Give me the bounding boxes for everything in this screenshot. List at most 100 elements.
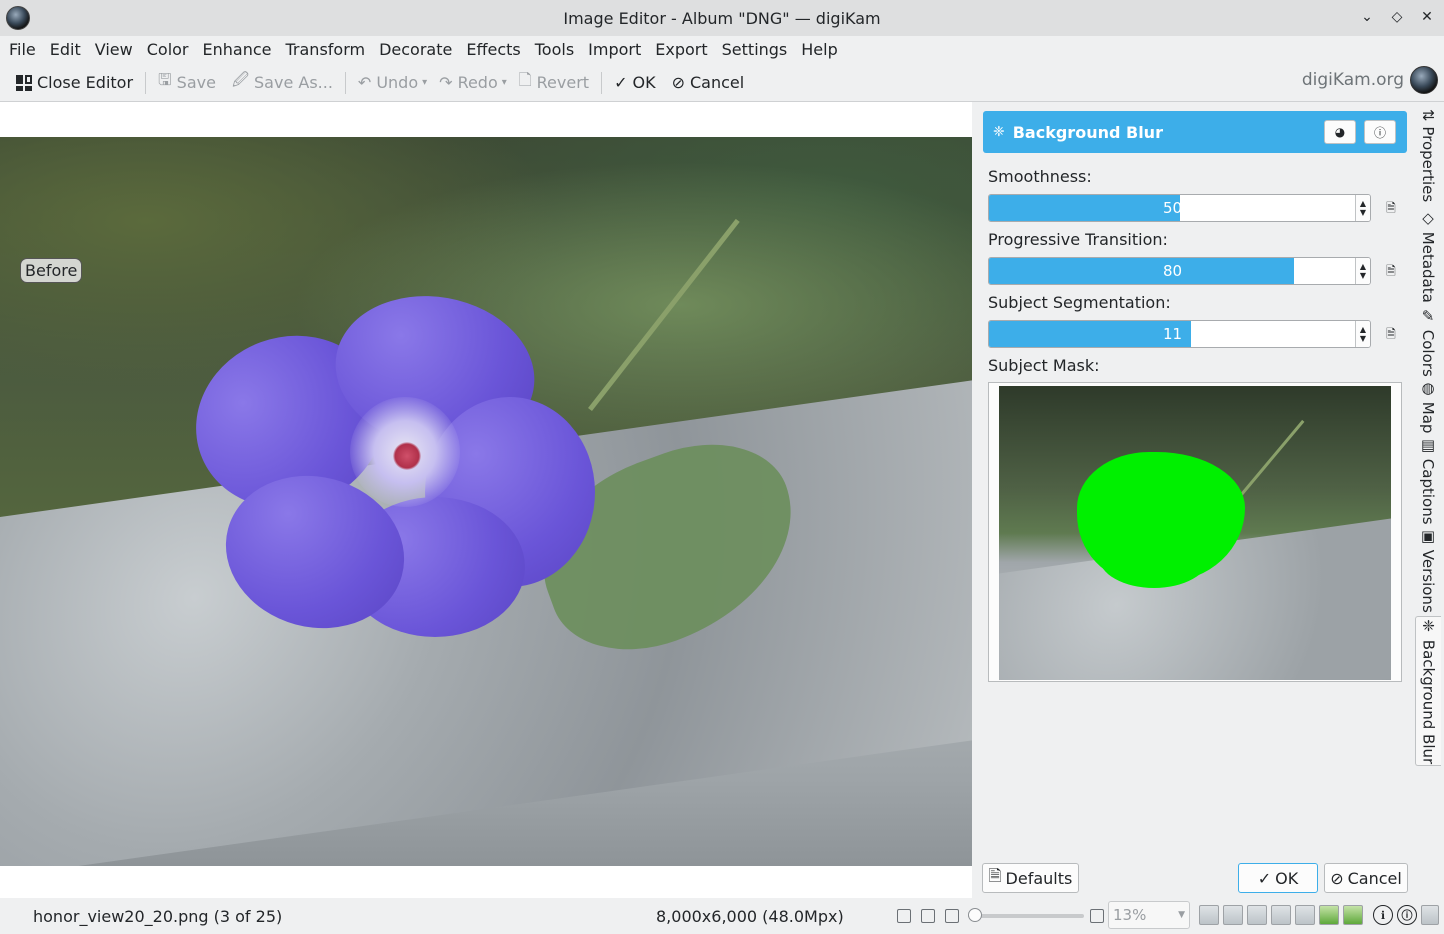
revert-button[interactable]: 🗋 Revert <box>511 68 597 98</box>
menu-effects[interactable]: Effects <box>459 36 527 64</box>
preview-target-button[interactable] <box>1319 905 1339 925</box>
redo-dropdown-icon[interactable]: ▾ <box>502 77 507 88</box>
menu-export[interactable]: Export <box>648 36 714 64</box>
zoom-slider-track[interactable] <box>968 914 1084 918</box>
zoom-out-icon[interactable] <box>945 909 959 923</box>
tab-properties[interactable]: ⇅ Properties <box>1415 106 1441 206</box>
cancel-icon: ⊘ <box>671 73 685 92</box>
tab-map-label: Map <box>1419 401 1437 434</box>
menu-help[interactable]: Help <box>794 36 844 64</box>
cancel-icon: ⊘ <box>1330 868 1344 888</box>
digikam-brand-logo-icon <box>1410 66 1438 94</box>
mask-stem <box>1237 419 1305 499</box>
color-wheel-icon: ◕ <box>1334 125 1346 139</box>
subject-mask-label: Subject Mask: <box>988 356 1100 375</box>
preview-toggle-button[interactable] <box>1343 905 1363 925</box>
save-label: Save <box>176 73 216 92</box>
close-window-button[interactable]: ✕ <box>1416 6 1438 28</box>
menu-file[interactable]: File <box>2 36 43 64</box>
versions-icon: ▣ <box>1419 527 1437 546</box>
cancel-toolbar-button[interactable]: ⊘ Cancel <box>664 68 753 98</box>
smoothness-slider[interactable]: 50 ▲ ▼ <box>988 194 1371 222</box>
menu-tools[interactable]: Tools <box>528 36 581 64</box>
info-button[interactable]: ⓘ <box>1364 120 1396 144</box>
progressive-transition-slider[interactable]: 80 ▲ ▼ <box>988 257 1371 285</box>
toolbar-separator <box>601 71 603 94</box>
undo-dropdown-icon[interactable]: ▾ <box>422 77 427 88</box>
smoothness-value: 50 <box>1162 199 1183 217</box>
zoom-fit-icon[interactable] <box>897 909 911 923</box>
sidebar-tabs: ⇅ Properties ◇ Metadata ✎ Colors ◍ Map ▤… <box>1412 102 1444 898</box>
guide-color-button[interactable]: ◕ <box>1324 120 1356 144</box>
subject-segmentation-slider[interactable]: 11 ▲ ▼ <box>988 320 1371 348</box>
photo-preview[interactable] <box>0 137 972 866</box>
tab-versions[interactable]: ▣ Versions <box>1415 527 1441 613</box>
tab-metadata[interactable]: ◇ Metadata <box>1415 209 1441 303</box>
subject-segmentation-reset-icon[interactable]: 🗎 <box>1382 325 1400 343</box>
maximize-button[interactable]: ◇ <box>1386 6 1408 28</box>
zoom-in-icon[interactable] <box>1090 909 1104 923</box>
preview-dup-horz-button[interactable] <box>1295 905 1315 925</box>
defaults-button[interactable]: 🗎 Defaults <box>982 863 1079 893</box>
ok-toolbar-button[interactable]: ✓ OK <box>606 68 664 98</box>
tab-colors[interactable]: ✎ Colors <box>1415 307 1441 377</box>
checkmark-icon: ✓ <box>1257 868 1272 888</box>
redo-icon: ↷ <box>439 73 453 92</box>
menu-import[interactable]: Import <box>581 36 648 64</box>
menu-transform[interactable]: Transform <box>279 36 373 64</box>
subject-mask-frame <box>988 382 1402 682</box>
overexposure-indicator-icon[interactable]: ⓘ <box>1397 905 1417 925</box>
digikam-logo-icon[interactable] <box>6 6 30 30</box>
menu-enhance[interactable]: Enhance <box>196 36 279 64</box>
tab-captions-label: Captions <box>1419 458 1437 525</box>
save-button[interactable]: 🖫 Save <box>150 68 224 98</box>
defaults-icon: 🗎 <box>988 865 1002 885</box>
tab-background-blur-label: Background Blur <box>1419 640 1438 765</box>
preview-both-vert-button[interactable] <box>1223 905 1243 925</box>
preview-original-button[interactable] <box>1199 905 1219 925</box>
brand-label: digiKam.org <box>1301 70 1404 90</box>
zoom-100-icon[interactable] <box>921 909 935 923</box>
tab-captions[interactable]: ▤ Captions <box>1415 436 1441 525</box>
close-editor-label: Close Editor <box>37 73 134 92</box>
underexposure-indicator-icon[interactable]: ℹ <box>1373 905 1393 925</box>
save-as-label: Save As... <box>254 73 333 92</box>
ok-toolbar-label: OK <box>632 73 656 92</box>
color-managed-view-icon[interactable] <box>1421 905 1439 925</box>
undo-button[interactable]: ↶ Undo <box>350 68 426 98</box>
tab-background-blur[interactable]: ❈ Background Blur <box>1415 616 1441 766</box>
tab-map[interactable]: ◍ Map <box>1415 379 1441 434</box>
image-canvas[interactable]: Before <box>0 102 972 898</box>
minimize-button[interactable]: ⌄ <box>1356 6 1378 28</box>
smoothness-reset-icon[interactable]: 🗎 <box>1382 199 1400 217</box>
panel-header: ❈ Background Blur ◕ ⓘ <box>983 111 1407 153</box>
file-name-status: honor_view20_20.png (3 of 25) <box>33 906 283 926</box>
menu-color[interactable]: Color <box>140 36 196 64</box>
save-as-button[interactable]: 🖉 Save As... <box>224 68 341 98</box>
title-bar: Image Editor - Album "DNG" — digiKam ⌄ ◇… <box>0 0 1444 36</box>
close-editor-button[interactable]: Close Editor <box>8 68 141 98</box>
preview-dup-vert-button[interactable] <box>1271 905 1291 925</box>
digikam-brand-link[interactable]: digiKam.org <box>1302 66 1438 94</box>
progressive-transition-spinner[interactable]: ▲ ▼ <box>1355 258 1370 284</box>
smoothness-spinner[interactable]: ▲ ▼ <box>1355 195 1370 221</box>
cancel-toolbar-label: Cancel <box>689 73 745 92</box>
ok-button[interactable]: ✓ OK <box>1238 863 1318 893</box>
subject-segmentation-value: 11 <box>1162 325 1183 343</box>
preview-both-horz-button[interactable] <box>1247 905 1267 925</box>
zoom-level-combo[interactable]: 13% ▼ <box>1108 901 1190 929</box>
menu-edit[interactable]: Edit <box>43 36 88 64</box>
menu-decorate[interactable]: Decorate <box>372 36 459 64</box>
redo-label: Redo <box>457 73 498 92</box>
progressive-transition-reset-icon[interactable]: 🗎 <box>1382 262 1400 280</box>
defaults-label: Defaults <box>1005 868 1073 888</box>
redo-button[interactable]: ↷ Redo <box>431 68 506 98</box>
menu-view[interactable]: View <box>88 36 140 64</box>
subject-segmentation-spinner[interactable]: ▲ ▼ <box>1355 321 1370 347</box>
cancel-button[interactable]: ⊘ Cancel <box>1324 863 1408 893</box>
status-bar: honor_view20_20.png (3 of 25) 8,000x6,00… <box>0 898 1444 934</box>
window-title: Image Editor - Album "DNG" — digiKam <box>563 8 881 28</box>
menu-settings[interactable]: Settings <box>715 36 795 64</box>
zoom-slider-handle[interactable] <box>968 908 982 922</box>
progressive-transition-value: 80 <box>1162 262 1183 280</box>
